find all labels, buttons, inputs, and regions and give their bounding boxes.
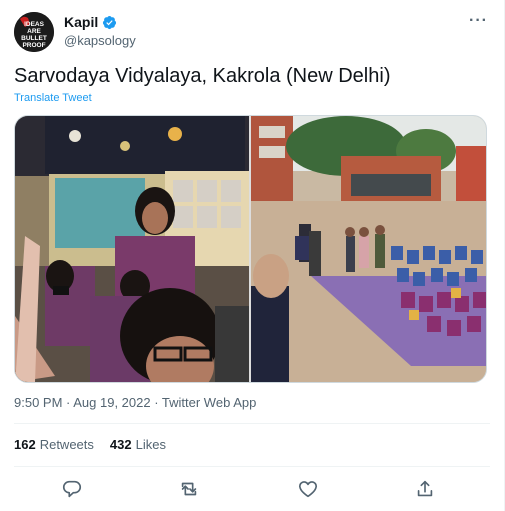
tweet-card: IDEAS ARE BULLET PROOF Kapil @kapsology … bbox=[0, 0, 505, 511]
translate-tweet-link[interactable]: Translate Tweet bbox=[14, 92, 92, 104]
likes-stat[interactable]: 432 Likes bbox=[110, 437, 166, 452]
tweet-timestamp[interactable]: 9:50 PM · Aug 19, 2022 · Twitter Web App bbox=[14, 395, 256, 410]
divider-bottom bbox=[14, 466, 490, 467]
avatar-text-1: IDEAS bbox=[24, 21, 45, 28]
reply-icon[interactable] bbox=[61, 478, 83, 500]
avatar-logo: IDEAS ARE BULLET PROOF bbox=[14, 12, 54, 52]
tweet-text: Sarvodaya Vidyalaya, Kakrola (New Delhi) bbox=[14, 65, 391, 87]
likes-count: 432 bbox=[109, 437, 132, 452]
like-icon[interactable] bbox=[297, 478, 319, 500]
avatar[interactable]: IDEAS ARE BULLET PROOF bbox=[14, 12, 54, 52]
tweet-media[interactable] bbox=[14, 115, 487, 383]
courtyard-photo[interactable] bbox=[251, 116, 486, 382]
retweets-label: Retweets bbox=[39, 437, 94, 452]
author-name-row[interactable]: Kapil bbox=[64, 14, 117, 30]
retweets-stat[interactable]: 162 Retweets bbox=[14, 437, 94, 452]
avatar-text-4: PROOF bbox=[22, 42, 45, 49]
action-bar bbox=[0, 478, 505, 502]
share-icon[interactable] bbox=[414, 478, 436, 500]
author-name[interactable]: Kapil bbox=[64, 14, 98, 30]
retweet-icon[interactable] bbox=[178, 478, 200, 500]
tweet-stats: 162 Retweets 432 Likes bbox=[14, 437, 166, 452]
avatar-text-3: BULLET bbox=[21, 35, 47, 42]
divider-top bbox=[14, 423, 490, 424]
author-handle[interactable]: @kapsology bbox=[64, 33, 136, 48]
likes-label: Likes bbox=[135, 437, 166, 452]
more-icon[interactable]: ··· bbox=[469, 12, 488, 30]
retweets-count: 162 bbox=[14, 437, 36, 452]
avatar-text-2: ARE bbox=[27, 28, 41, 35]
classroom-photo[interactable] bbox=[15, 116, 249, 382]
verified-badge-icon bbox=[103, 15, 117, 29]
